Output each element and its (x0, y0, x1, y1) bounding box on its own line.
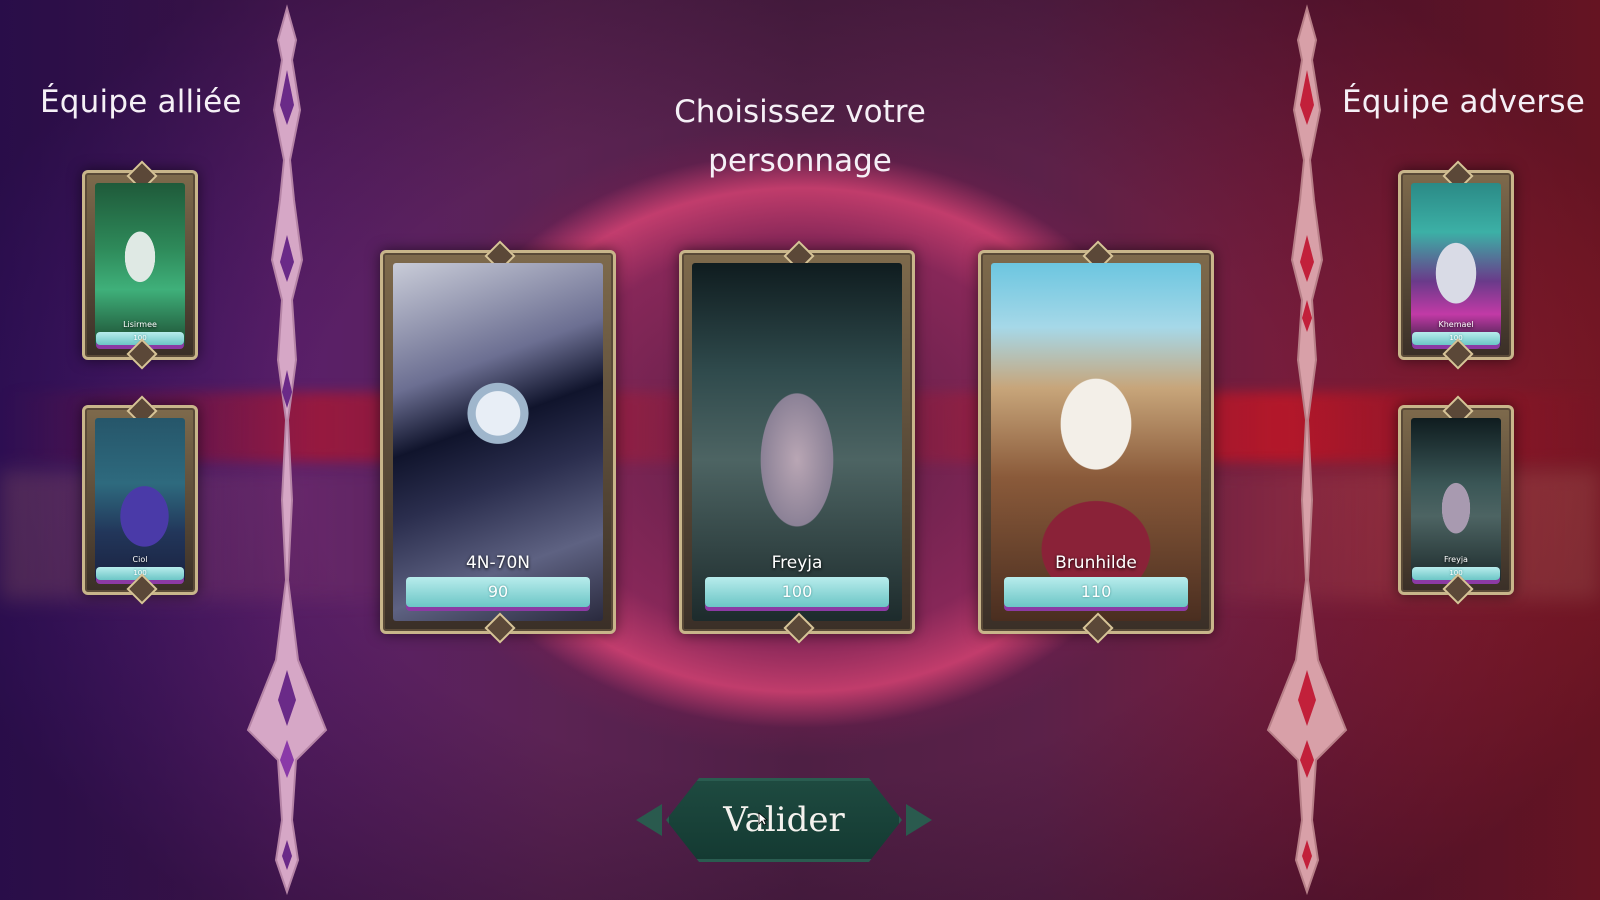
character-card-name: Brunhilde (1055, 553, 1137, 573)
enemy-card-name: Khemael (1438, 320, 1474, 329)
enemy-card-freyja: Freyja 100 (1398, 405, 1514, 595)
enemy-card-name: Freyja (1444, 555, 1468, 564)
left-ornament-pillar (246, 4, 328, 896)
allied-card-value: 100 (96, 332, 184, 345)
enemy-card-khemael: Khemael 100 (1398, 170, 1514, 360)
allied-team-heading: Équipe alliée (40, 84, 242, 120)
enemy-card-value: 100 (1412, 332, 1500, 345)
validate-button[interactable]: Valider (666, 778, 902, 862)
allied-card-name: Ciol (132, 555, 148, 564)
character-card-value: 110 (1004, 577, 1188, 607)
validate-button-group: Valider (636, 778, 932, 862)
allied-card-ciol: Ciol 100 (82, 405, 198, 595)
allied-card-lisirmee: Lisirmee 100 (82, 170, 198, 360)
left-arrow-icon (636, 804, 662, 836)
character-card-4n-70n[interactable]: 4N-70N 90 (380, 250, 616, 634)
allied-card-name: Lisirmee (123, 320, 157, 329)
page-title: Choisissez votre personnage (674, 94, 926, 179)
mouse-cursor-icon (758, 812, 768, 826)
validate-button-label: Valider (723, 800, 845, 840)
character-card-value: 90 (406, 577, 590, 607)
character-card-name: 4N-70N (465, 553, 530, 573)
character-card-value: 100 (705, 577, 889, 607)
right-arrow-icon (906, 804, 932, 836)
allied-card-value: 100 (96, 567, 184, 580)
enemy-team-heading: Équipe adverse (1342, 84, 1585, 120)
character-card-name: Freyja (771, 553, 823, 573)
enemy-card-value: 100 (1412, 567, 1500, 580)
character-card-brunhilde[interactable]: Brunhilde 110 (978, 250, 1214, 634)
character-card-freyja[interactable]: Freyja 100 (679, 250, 915, 634)
right-ornament-pillar (1266, 4, 1348, 896)
